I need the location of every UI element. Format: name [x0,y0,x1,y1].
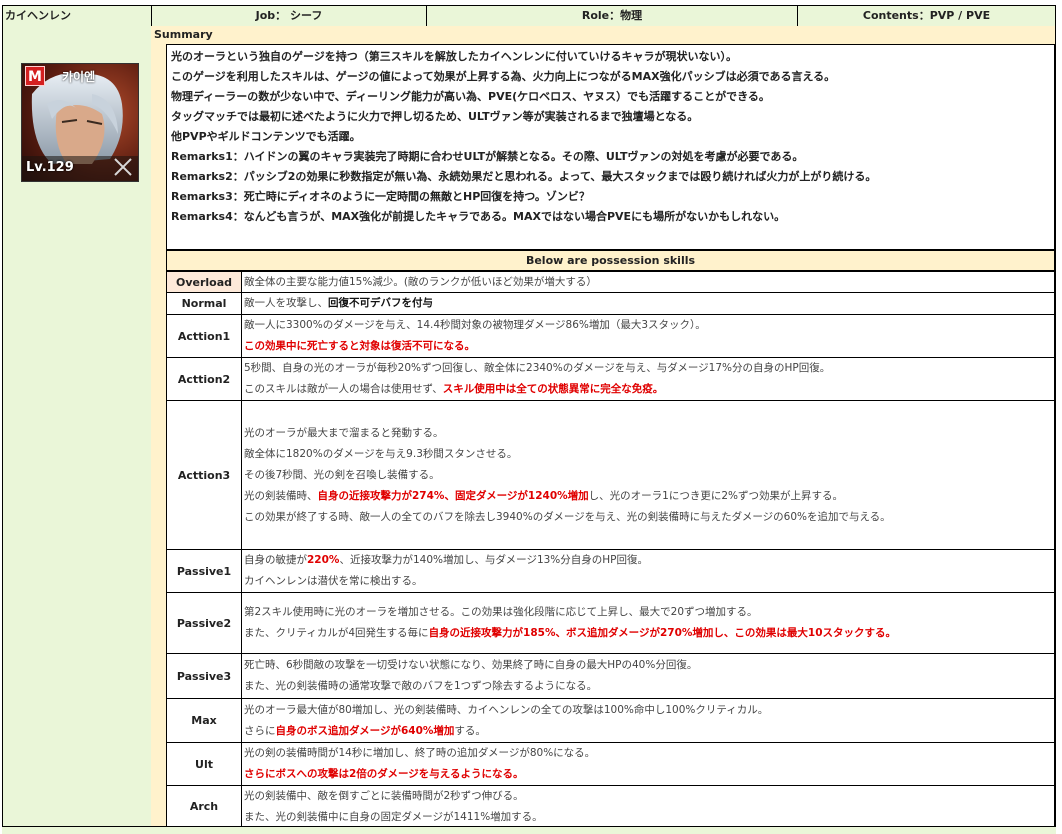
skill-desc-line: 第2スキル使用時に光のオーラを増加させる。この効果は強化段階に応じて上昇し、最大… [244,602,1054,623]
skill-desc-line: 敵一人を攻撃し、回復不可デバフを付与 [244,293,1054,314]
skill-desc-line: 光の剣装備中、敵を倒すごとに装備時間が2秒ずつ伸びる。 [244,786,1054,807]
skill-desc-line: 敵全体の主要な能力値15%減少。(敵のランクが低いほど効果が増大する） [244,272,1054,293]
character-avatar: M 카이엔 Lv.129 [21,63,139,182]
avatar-level: Lv.129 [26,160,74,175]
skill-name-acttion2: Acttion2 [166,357,242,401]
header-contents-cell: Contents：PVP / PVE [797,5,1056,27]
skill-desc-line: 死亡時、6秒間敵の攻撃を一切受けない状態になり、効果終了時に自身の最大HPの40… [244,655,1054,676]
desc-text: 5秒間、自身の光のオーラが毎秒20%ずつ回復し、敵全体に2340%のダメージを与… [244,362,831,374]
highlight-text: この効果中に死亡すると対象は復活不可になる。 [244,340,475,352]
desc-text: この効果が終了する時、敵一人の全てのバフを除去し3940%のダメージを与え、光の… [244,510,891,523]
rank-badge: M [25,66,45,86]
skill-desc-acttion1: 敵一人に3300%のダメージを与え、14.4秒間対象の被物理ダメージ86%増加（… [241,314,1055,358]
skill-desc-line: 光の剣装備時、自身の近接攻撃力が274%、固定ダメージが1240%増加し、光のオ… [244,486,1054,507]
header-job-cell: Job： シーフ [151,5,427,27]
skill-desc-line: また、光の剣装備時の通常攻撃で敵のバフを1つずつ除去するようになる。 [244,676,1054,697]
skill-name-acttion3: Acttion3 [166,400,242,550]
desc-text: 、近接攻撃力が140%増加し、与ダメージ13%分自身のHP回復。 [339,554,649,566]
next-row-cutoff [2,826,1056,834]
desc-text: さらに [244,724,276,737]
summary-line: Remarks1：ハイドンの翼のキャラ実装完了時期に合わせULTが解禁となる。そ… [171,150,804,163]
skill-desc-line: この効果中に死亡すると対象は復活不可になる。 [244,336,1054,357]
highlight-text: 自身のボス追加ダメージが640%増加 [275,724,455,737]
skill-desc-line: 光のオーラ最大値が80増加し、光の剣装備時、カイヘンレンの全ての攻撃は100%命… [244,700,1054,721]
skill-desc-line: 敵全体に1820%のダメージを与え9.3秒間スタンさせる。 [244,444,1054,465]
skill-desc-line: このスキルは敵が一人の場合は使用せず、スキル使用中は全ての状態異常に完全な免疫。 [244,379,1054,400]
desc-text: 敵一人を攻撃し、 [244,297,328,309]
skill-name-overload: Overload [166,271,242,293]
summary-line: Remarks2：パッシブ2の効果に秒数指定が無い為、永続効果だと思われる。よっ… [171,170,877,183]
desc-text: 回復不可デバフを付与 [328,297,433,309]
skill-name-normal: Normal [166,292,242,315]
skill-name-ult: Ult [166,742,242,786]
skill-desc-overload: 敵全体の主要な能力値15%減少。(敵のランクが低いほど効果が増大する） [241,271,1055,293]
summary-line: タッグマッチでは最初に述べたように火力で押し切るため、ULTヴァン等が実装される… [171,110,699,123]
desc-text: 光のオーラ最大値が80増加し、光の剣装備時、カイヘンレンの全ての攻撃は100%命… [244,703,769,716]
desc-text: また、光の剣装備時の通常攻撃で敵のバフを1つずつ除去するようになる。 [244,680,598,692]
desc-text: する。 [454,724,486,737]
highlight-text: 220% [307,554,340,566]
desc-text: し、光のオーラ1につき更に2%ずつ効果が上昇する。 [588,489,844,502]
desc-text: 死亡時、6秒間敵の攻撃を一切受けない状態になり、効果終了時に自身の最大HPの40… [244,659,698,671]
skill-desc-line: さらに自身のボス追加ダメージが640%増加する。 [244,721,1054,742]
skill-desc-line: その後7秒間、光の剣を召喚し装備する。 [244,465,1054,486]
skill-name-arch: Arch [166,785,242,828]
skill-desc-line: 自身の敏捷が220%、近接攻撃力が140%増加し、与ダメージ13%分自身のHP回… [244,550,1054,571]
skill-desc-line: 5秒間、自身の光のオーラが毎秒20%ずつ回復し、敵全体に2340%のダメージを与… [244,358,1054,379]
skill-desc-line: カイヘンレンは潜伏を常に検出する。 [244,571,1054,592]
skill-desc-ult: 光の剣の装備時間が14秒に増加し、終了時の追加ダメージが80%になる。 さらにボス… [241,742,1055,786]
highlight-text: 自身の近接攻撃力が274%、固定ダメージが1240%増加 [317,489,589,502]
desc-text: カイヘンレンは潜伏を常に検出する。 [244,575,423,587]
skill-desc-arch: 光の剣装備中、敵を倒すごとに装備時間が2秒ずつ伸びる。また、光の剣装備中に自身の… [241,785,1055,828]
skill-name-max: Max [166,698,242,743]
desc-text: 光の剣装備時、 [244,489,318,502]
highlight-text: さらにボスへの攻撃は2倍のダメージを与えるようになる。 [244,768,524,780]
skill-desc-passive3: 死亡時、6秒間敵の攻撃を一切受けない状態になり、効果終了時に自身の最大HPの40… [241,653,1055,699]
skill-desc-acttion3: 光のオーラが最大まで溜まると発動する。敵全体に1820%のダメージを与え9.3秒… [241,400,1055,550]
skill-desc-line: 光のオーラが最大まで溜まると発動する。 [244,423,1054,444]
skill-desc-line: また、クリティカルが4回発生する毎に自身の近接攻撃力が185%、ボス追加ダメージ… [244,623,1054,644]
skill-name-passive3: Passive3 [166,653,242,699]
skill-desc-acttion2: 5秒間、自身の光のオーラが毎秒20%ずつ回復し、敵全体に2340%のダメージを与… [241,357,1055,401]
highlight-text: スキル使用中は全ての状態異常に完全な免疫。 [442,383,664,395]
skill-desc-passive1: 自身の敏捷が220%、近接攻撃力が140%増加し、与ダメージ13%分自身のHP回… [241,549,1055,593]
summary-box: 光のオーラという独自のゲージを持つ（第三スキルを解放したカイヘンレンに付いていけ… [166,44,1055,250]
desc-text: 光の剣装備中、敵を倒すごとに装備時間が2秒ずつ伸びる。 [244,789,524,802]
skill-name-passive1: Passive1 [166,549,242,593]
summary-line: 物理ディーラーの数が少ない中で、ディーリング能力が高い為、PVE(ケロベロス、ヤ… [171,90,770,103]
skill-name-acttion1: Acttion1 [166,314,242,358]
desc-text: 光の剣の装備時間が14秒に増加し、終了時の追加ダメージが80%になる。 [244,747,596,759]
skill-desc-line: この効果が終了する時、敵一人の全てのバフを除去し3940%のダメージを与え、光の… [244,507,1054,528]
desc-text: 自身の敏捷が [244,554,307,566]
summary-line: 他PVPやギルドコンテンツでも活躍。 [171,130,361,143]
header-name-cell: カイヘンレン [2,5,152,27]
desc-text: このスキルは敵が一人の場合は使用せず、 [244,383,443,395]
desc-text: 敵全体の主要な能力値15%減少。(敵のランクが低いほど効果が増大する） [244,275,597,288]
crossed-swords-icon [112,156,134,178]
summary-line: このゲージを利用したスキルは、ゲージの値によって効果が上昇する為、火力向上につな… [171,70,836,83]
skill-desc-line: また、光の剣装備中に自身の固定ダメージが1411%増加する。 [244,807,1054,828]
desc-text: 光のオーラが最大まで溜まると発動する。 [244,426,444,439]
desc-text: 敵全体に1820%のダメージを与え9.3秒間スタンさせる。 [244,447,518,460]
skill-desc-line: さらにボスへの攻撃は2倍のダメージを与えるようになる。 [244,764,1054,785]
summary-line: Remarks4：なんども言うが、MAX強化が前提したキャラである。MAXではな… [171,210,786,223]
desc-text: 敵一人に3300%のダメージを与え、14.4秒間対象の被物理ダメージ86%増加（… [244,319,706,331]
summary-line: 光のオーラという独自のゲージを持つ（第三スキルを解放したカイヘンレンに付いていけ… [171,50,737,63]
summary-line: Remarks3：死亡時にディオネのように一定時間の無敵とHP回復を持つ。ゾンビ… [171,190,590,203]
skill-desc-normal: 敵一人を攻撃し、回復不可デバフを付与 [241,292,1055,315]
desc-text: 第2スキル使用時に光のオーラを増加させる。この効果は強化段階に応じて上昇し、最大… [244,606,758,618]
skills-header: Below are possession skills [166,250,1055,271]
header-role-cell: Role：物理 [426,5,798,27]
avatar-name-text: 카이엔 [62,70,96,84]
summary-label: Summary [151,26,1056,44]
skill-desc-max: 光のオーラ最大値が80増加し、光の剣装備時、カイヘンレンの全ての攻撃は100%命… [241,698,1055,743]
skill-desc-line: 敵一人に3300%のダメージを与え、14.4秒間対象の被物理ダメージ86%増加（… [244,315,1054,336]
skill-name-passive2: Passive2 [166,592,242,654]
highlight-text: 自身の近接攻撃力が185%、ボス追加ダメージが270%増加し、この効果は最大10… [428,627,897,639]
desc-text: また、クリティカルが4回発生する毎に [244,627,429,639]
desc-text: その後7秒間、光の剣を召喚し装備する。 [244,468,440,481]
desc-text: また、光の剣装備中に自身の固定ダメージが1411%増加する。 [244,810,543,823]
skill-desc-passive2: 第2スキル使用時に光のオーラを増加させる。この効果は強化段階に応じて上昇し、最大… [241,592,1055,654]
skill-desc-line: 光の剣の装備時間が14秒に増加し、終了時の追加ダメージが80%になる。 [244,743,1054,764]
